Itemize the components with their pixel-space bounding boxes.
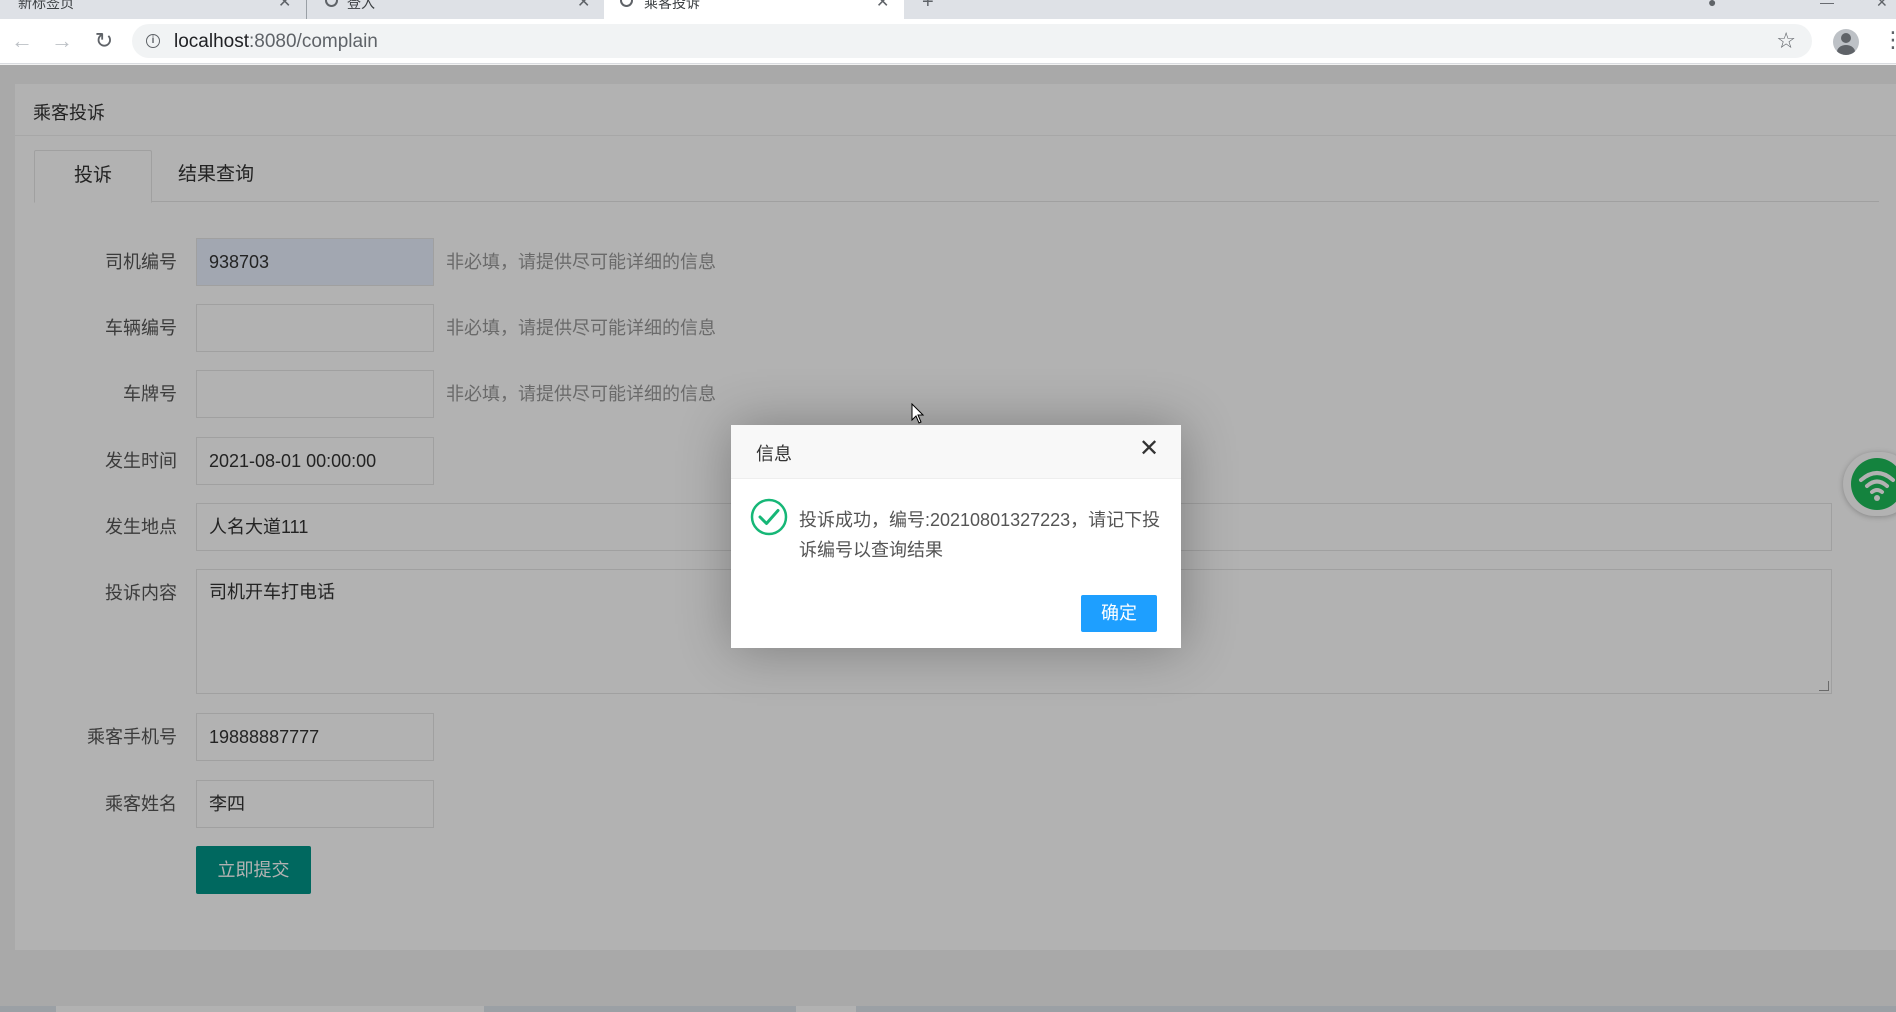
browser-tab-login[interactable]: 登入 ✕ — [306, 0, 602, 19]
browser-tab-label: 新标签页 — [18, 0, 74, 11]
browser-tab-complain[interactable]: 乘客投诉 ✕ — [604, 0, 904, 19]
close-icon[interactable]: ✕ — [1137, 437, 1161, 461]
browser-tab-strip: 新标签页 ✕ 登入 ✕ 乘客投诉 ✕ + ● — ✕ — [0, 0, 1896, 19]
dialog-message: 投诉成功，编号:20210801327223，请记下投诉编号以查询结果 — [799, 510, 1161, 560]
info-icon[interactable]: i — [146, 34, 160, 48]
minimize-icon[interactable]: — — [1820, 0, 1834, 10]
window-close-icon[interactable]: ✕ — [1876, 0, 1888, 11]
url-path: :8080/complain — [249, 31, 378, 52]
url-text: localhost:8080/complain — [174, 31, 378, 53]
reload-icon[interactable]: ↻ — [90, 27, 118, 55]
info-dialog: 信息 ✕ 投诉成功，编号:20210801327223，请记下投诉编号以查询结果… — [731, 425, 1181, 648]
browser-toolbar: ← → ↻ i localhost:8080/complain ☆ ⋮ — [0, 19, 1896, 64]
ok-button[interactable]: 确定 — [1081, 595, 1157, 632]
dialog-title: 信息 — [756, 444, 792, 464]
new-tab-plus-icon[interactable]: + — [922, 0, 934, 14]
kebab-menu-icon[interactable]: ⋮ — [1882, 29, 1896, 51]
close-icon[interactable]: ✕ — [278, 0, 291, 12]
mouse-cursor-icon — [911, 403, 925, 424]
success-check-icon — [750, 498, 788, 536]
bookmark-star-icon[interactable]: ☆ — [1776, 28, 1796, 54]
close-icon[interactable]: ✕ — [577, 0, 590, 12]
url-bar[interactable]: i localhost:8080/complain ☆ — [132, 24, 1812, 58]
globe-icon — [620, 0, 633, 7]
globe-icon — [325, 0, 338, 7]
browser-tab-label: 乘客投诉 — [644, 0, 700, 11]
tab-search-icon[interactable]: ● — [1708, 0, 1716, 10]
close-icon[interactable]: ✕ — [876, 0, 889, 12]
browser-tab-label: 登入 — [347, 0, 375, 11]
dialog-header: 信息 ✕ — [731, 425, 1181, 479]
url-host: localhost — [174, 31, 249, 52]
back-arrow-icon[interactable]: ← — [8, 27, 36, 55]
forward-arrow-icon[interactable]: → — [48, 27, 76, 55]
browser-tab-newtab[interactable]: 新标签页 ✕ — [0, 0, 302, 19]
profile-avatar-icon[interactable] — [1833, 29, 1859, 55]
